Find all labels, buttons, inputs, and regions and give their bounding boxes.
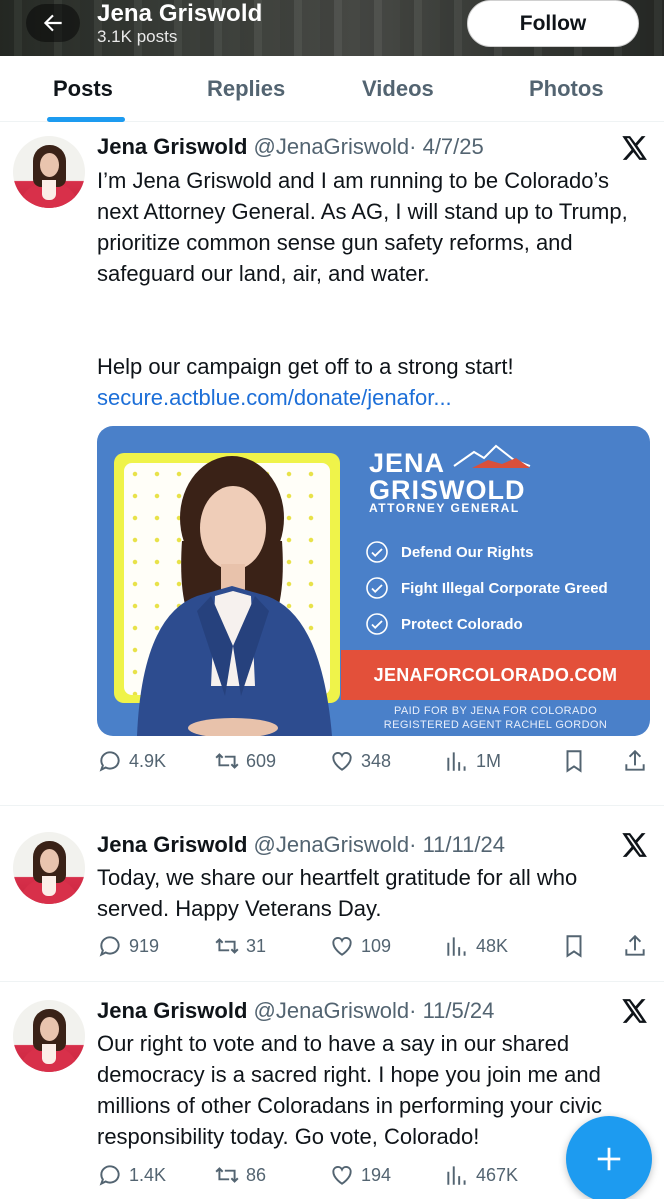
- follow-button[interactable]: Follow: [467, 0, 639, 47]
- author-handle[interactable]: @JenaGriswold: [254, 134, 410, 159]
- post-header: Jena Griswold @JenaGriswold· 11/11/24: [97, 832, 505, 858]
- plus-icon: [597, 1147, 621, 1171]
- back-button[interactable]: [26, 4, 80, 42]
- views-button[interactable]: 48K: [444, 933, 508, 959]
- post-text: I’m Jena Griswold and I am running to be…: [97, 168, 628, 286]
- share-icon: [625, 934, 645, 956]
- tab-videos[interactable]: Videos: [362, 76, 434, 102]
- reply-icon: [99, 751, 120, 772]
- banner-title: ATTORNEY GENERAL: [369, 501, 520, 515]
- post-header: Jena Griswold @JenaGriswold· 4/7/25: [97, 134, 484, 160]
- post-date[interactable]: · 4/7/25: [409, 134, 484, 159]
- tab-posts[interactable]: Posts: [53, 76, 113, 102]
- post-text: Our right to vote and to have a say in o…: [97, 1031, 602, 1149]
- post-actions: 919 31 109 48K: [0, 933, 664, 963]
- banner-disclaimer: PAID FOR BY JENA FOR COLORADO REGISTERED…: [383, 705, 608, 731]
- reply-button[interactable]: 1.4K: [97, 1162, 166, 1188]
- like-button[interactable]: 109: [329, 933, 391, 959]
- banner-check-item: Fight Illegal Corporate Greed: [365, 576, 608, 600]
- banner-check-item: Defend Our Rights: [365, 540, 534, 564]
- x-logo-icon: [622, 999, 647, 1023]
- profile-name: Jena Griswold: [97, 0, 263, 27]
- profile-header: Jena Griswold 3.1K posts Follow: [0, 0, 664, 56]
- post-actions: 4.9K 609 348 1M: [0, 748, 664, 778]
- views-button[interactable]: 467K: [444, 1162, 518, 1188]
- author-name[interactable]: Jena Griswold: [97, 134, 247, 159]
- share-button[interactable]: [622, 933, 648, 959]
- bookmark-icon: [566, 750, 582, 773]
- post-date[interactable]: · 11/5/24: [409, 998, 494, 1023]
- repost-button[interactable]: 86: [214, 1162, 266, 1188]
- author-name[interactable]: Jena Griswold: [97, 998, 247, 1023]
- post-text-2: Help our campaign get off to a strong st…: [97, 354, 514, 379]
- check-circle-icon: [366, 577, 388, 599]
- x-logo-icon: [622, 833, 647, 857]
- profile-tabs: Posts Replies Videos Photos: [0, 56, 664, 122]
- heart-icon: [332, 752, 352, 771]
- check-circle-icon: [366, 541, 388, 563]
- post-header: Jena Griswold @JenaGriswold· 11/5/24: [97, 998, 494, 1024]
- views-icon: [447, 1166, 466, 1185]
- banner-check-item: Protect Colorado: [365, 612, 523, 636]
- repost-icon: [215, 1167, 239, 1183]
- repost-icon: [215, 753, 239, 769]
- post-date[interactable]: · 11/11/24: [409, 832, 505, 857]
- heart-icon: [332, 1166, 352, 1185]
- share-icon: [625, 749, 645, 771]
- repost-icon: [215, 938, 239, 954]
- banner-website: JENAFORCOLORADO.COM: [341, 650, 650, 700]
- share-button[interactable]: [622, 748, 648, 774]
- x-logo-icon: [622, 136, 647, 160]
- views-icon: [447, 937, 466, 956]
- avatar[interactable]: [13, 832, 85, 904]
- like-button[interactable]: 194: [329, 1162, 391, 1188]
- check-circle-icon: [366, 613, 388, 635]
- mountain-logo-icon: [453, 444, 531, 468]
- compose-button[interactable]: [566, 1116, 652, 1199]
- reply-icon: [99, 1165, 120, 1186]
- views-button[interactable]: 1M: [444, 748, 501, 774]
- candidate-photo: [137, 456, 332, 736]
- author-name[interactable]: Jena Griswold: [97, 832, 247, 857]
- post-actions: 1.4K 86 194 467K: [0, 1162, 664, 1192]
- tab-replies[interactable]: Replies: [207, 76, 285, 102]
- post-link[interactable]: secure.actblue.com/donate/jenafor...: [97, 382, 642, 413]
- bookmark-button[interactable]: [561, 933, 587, 959]
- reply-button[interactable]: 919: [97, 933, 159, 959]
- author-handle[interactable]: @JenaGriswold: [254, 998, 410, 1023]
- posts-count: 3.1K posts: [97, 27, 178, 46]
- reply-button[interactable]: 4.9K: [97, 748, 166, 774]
- author-handle[interactable]: @JenaGriswold: [254, 832, 410, 857]
- bookmark-button[interactable]: [561, 748, 587, 774]
- post-text: Today, we share our heartfelt gratitude …: [97, 865, 578, 921]
- repost-button[interactable]: 31: [214, 933, 266, 959]
- post-media-image[interactable]: JENA GRISWOLD ATTORNEY GENERAL Defend Ou…: [97, 426, 650, 736]
- heart-icon: [332, 937, 352, 956]
- tab-photos[interactable]: Photos: [529, 76, 604, 102]
- avatar[interactable]: [13, 136, 85, 208]
- like-button[interactable]: 348: [329, 748, 391, 774]
- reply-icon: [99, 936, 120, 957]
- arrow-left-icon: [43, 14, 62, 32]
- repost-button[interactable]: 609: [214, 748, 276, 774]
- avatar[interactable]: [13, 1000, 85, 1072]
- bookmark-icon: [566, 935, 582, 958]
- views-icon: [447, 752, 466, 771]
